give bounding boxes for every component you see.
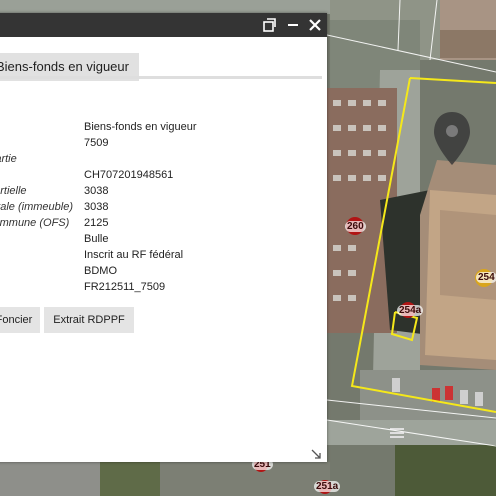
panel-titlebar[interactable] xyxy=(0,13,327,37)
close-icon[interactable] xyxy=(306,16,324,34)
info-panel: Biens-fonds en vigueur 0 Biens-fonds en … xyxy=(0,13,327,462)
resize-handle-icon[interactable] xyxy=(311,446,321,459)
maximize-icon[interactable] xyxy=(260,16,278,34)
tab-divider xyxy=(0,76,322,79)
map-label-251a: 251a xyxy=(314,481,341,492)
map-label-254a: 254a xyxy=(397,305,424,316)
extrait-rdppf-button[interactable]: Extrait RDPPF xyxy=(44,307,134,333)
foncier-button[interactable]: Foncier xyxy=(0,307,40,333)
map-label-260: 260 xyxy=(345,221,366,232)
map-label-254: 254 xyxy=(476,272,496,283)
tab-label: Biens-fonds en vigueur xyxy=(0,59,129,74)
minimize-icon[interactable] xyxy=(284,16,302,34)
